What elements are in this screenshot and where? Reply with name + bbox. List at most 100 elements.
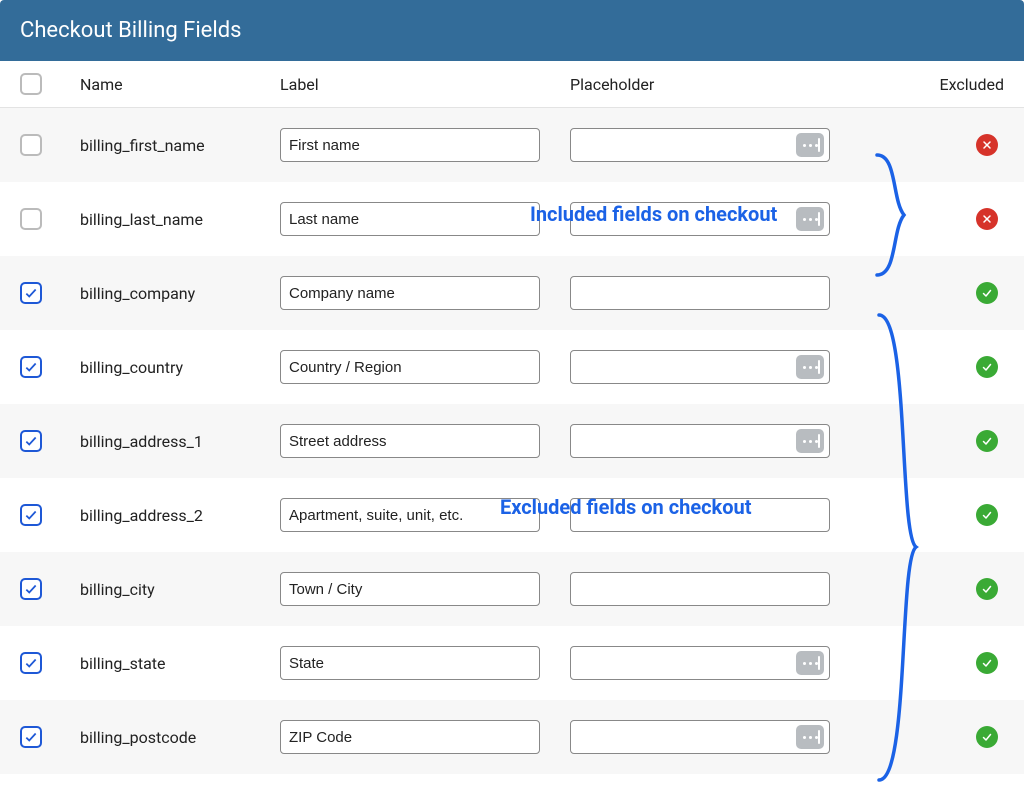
label-input[interactable] <box>280 424 540 458</box>
field-name: billing_state <box>80 654 280 673</box>
excluded-cell <box>870 430 1004 452</box>
table-row: billing_last_name <box>0 182 1024 256</box>
placeholder-cell <box>570 646 870 680</box>
placeholder-input[interactable] <box>570 572 830 606</box>
placeholder-input[interactable] <box>570 128 830 162</box>
fields-table: Name Label Placeholder Excluded billing_… <box>0 61 1024 774</box>
row-checkbox-cell <box>20 652 80 674</box>
row-checkbox[interactable] <box>20 208 42 230</box>
check-circle-icon[interactable] <box>976 726 998 748</box>
placeholder-cell <box>570 498 870 532</box>
col-checkbox <box>20 73 80 95</box>
label-cell <box>280 646 570 680</box>
drag-handle-icon[interactable] <box>796 725 824 749</box>
panel: Checkout Billing Fields Name Label Place… <box>0 0 1024 774</box>
col-name: Name <box>80 75 280 94</box>
label-input[interactable] <box>280 350 540 384</box>
row-checkbox-cell <box>20 578 80 600</box>
check-circle-icon[interactable] <box>976 430 998 452</box>
field-name: billing_country <box>80 358 280 377</box>
drag-handle-icon[interactable] <box>796 207 824 231</box>
field-name: billing_address_1 <box>80 432 280 451</box>
row-checkbox[interactable] <box>20 504 42 526</box>
label-cell <box>280 572 570 606</box>
placeholder-cell <box>570 424 870 458</box>
placeholder-cell <box>570 720 870 754</box>
excluded-cell <box>870 504 1004 526</box>
placeholder-input[interactable] <box>570 424 830 458</box>
row-checkbox[interactable] <box>20 356 42 378</box>
panel-header: Checkout Billing Fields <box>0 0 1024 61</box>
drag-handle-icon[interactable] <box>796 133 824 157</box>
x-circle-icon[interactable] <box>976 208 998 230</box>
excluded-cell <box>870 208 1004 230</box>
drag-handle-icon[interactable] <box>796 355 824 379</box>
placeholder-cell <box>570 128 870 162</box>
row-checkbox-cell <box>20 134 80 156</box>
row-checkbox-cell <box>20 356 80 378</box>
row-checkbox[interactable] <box>20 652 42 674</box>
check-circle-icon[interactable] <box>976 652 998 674</box>
excluded-cell <box>870 134 1004 156</box>
table-row: billing_address_2 <box>0 478 1024 552</box>
placeholder-cell <box>570 276 870 310</box>
label-cell <box>280 720 570 754</box>
table-row: billing_city <box>0 552 1024 626</box>
row-checkbox[interactable] <box>20 578 42 600</box>
row-checkbox[interactable] <box>20 282 42 304</box>
label-cell <box>280 276 570 310</box>
label-cell <box>280 202 570 236</box>
label-cell <box>280 424 570 458</box>
placeholder-cell <box>570 350 870 384</box>
table-row: billing_state <box>0 626 1024 700</box>
table-body: billing_first_name billing_last_namebilli… <box>0 108 1024 774</box>
placeholder-input[interactable] <box>570 498 830 532</box>
placeholder-input[interactable] <box>570 646 830 680</box>
col-label: Label <box>280 75 570 94</box>
select-all-checkbox[interactable] <box>20 73 42 95</box>
row-checkbox-cell <box>20 504 80 526</box>
field-name: billing_first_name <box>80 136 280 155</box>
x-circle-icon[interactable] <box>976 134 998 156</box>
check-circle-icon[interactable] <box>976 578 998 600</box>
placeholder-input[interactable] <box>570 350 830 384</box>
col-placeholder: Placeholder <box>570 75 870 94</box>
placeholder-input[interactable] <box>570 720 830 754</box>
excluded-cell <box>870 726 1004 748</box>
row-checkbox[interactable] <box>20 430 42 452</box>
field-name: billing_company <box>80 284 280 303</box>
row-checkbox-cell <box>20 282 80 304</box>
placeholder-cell <box>570 572 870 606</box>
placeholder-cell <box>570 202 870 236</box>
label-input[interactable] <box>280 202 540 236</box>
check-circle-icon[interactable] <box>976 282 998 304</box>
table-row: billing_address_1 <box>0 404 1024 478</box>
excluded-cell <box>870 356 1004 378</box>
excluded-cell <box>870 578 1004 600</box>
field-name: billing_address_2 <box>80 506 280 525</box>
table-row: billing_postcode <box>0 700 1024 774</box>
row-checkbox[interactable] <box>20 134 42 156</box>
table-row: billing_company <box>0 256 1024 330</box>
placeholder-input[interactable] <box>570 276 830 310</box>
label-input[interactable] <box>280 572 540 606</box>
row-checkbox-cell <box>20 208 80 230</box>
table-row: billing_country <box>0 330 1024 404</box>
field-name: billing_postcode <box>80 728 280 747</box>
panel-title: Checkout Billing Fields <box>20 18 241 43</box>
label-input[interactable] <box>280 498 540 532</box>
excluded-cell <box>870 282 1004 304</box>
check-circle-icon[interactable] <box>976 504 998 526</box>
label-input[interactable] <box>280 720 540 754</box>
label-input[interactable] <box>280 646 540 680</box>
check-circle-icon[interactable] <box>976 356 998 378</box>
label-cell <box>280 350 570 384</box>
drag-handle-icon[interactable] <box>796 651 824 675</box>
field-name: billing_last_name <box>80 210 280 229</box>
row-checkbox[interactable] <box>20 726 42 748</box>
field-name: billing_city <box>80 580 280 599</box>
label-input[interactable] <box>280 276 540 310</box>
label-input[interactable] <box>280 128 540 162</box>
placeholder-input[interactable] <box>570 202 830 236</box>
drag-handle-icon[interactable] <box>796 429 824 453</box>
